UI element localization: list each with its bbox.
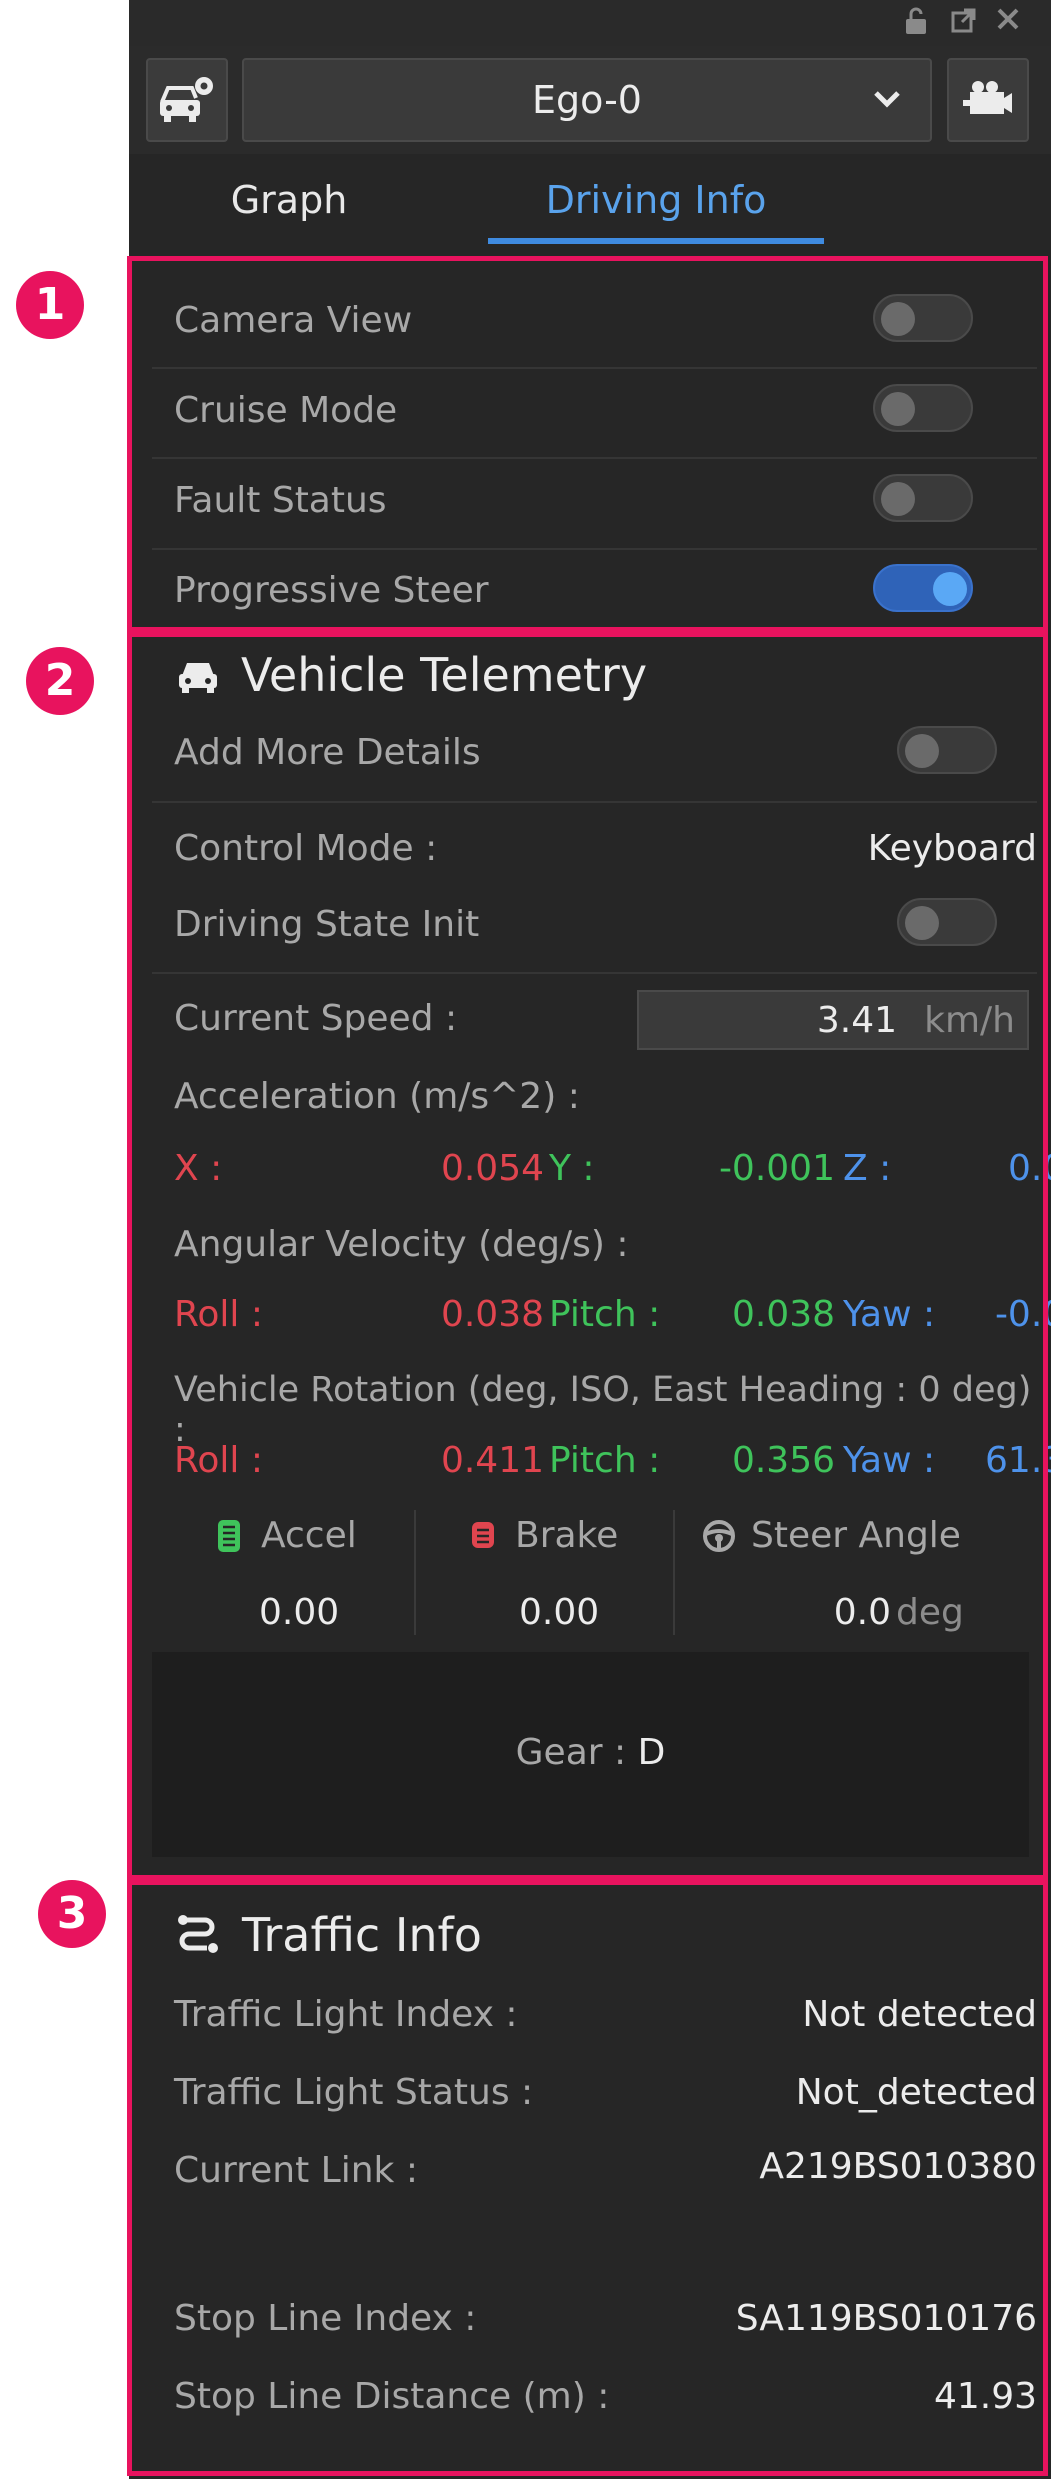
- accel-y-value: -0.001: [718, 1148, 835, 1189]
- progressive-steer-toggle[interactable]: [873, 564, 973, 612]
- accel-x-value: 0.054: [440, 1148, 544, 1189]
- acceleration-label: Acceleration (m/s^2) :: [174, 1076, 580, 1117]
- control-mode-value: Keyboard: [867, 828, 1037, 869]
- traffic-info-title: Traffic Info: [242, 1908, 482, 1962]
- control-mode-label: Control Mode :: [174, 828, 438, 869]
- current-speed-value: 3.41: [816, 1000, 897, 1041]
- active-tab-indicator: [488, 238, 824, 244]
- gear-value: D: [637, 1732, 666, 1773]
- steer-angle-unit: deg: [896, 1592, 964, 1633]
- gear-label: Gear :: [515, 1732, 627, 1773]
- car-settings-icon: [160, 77, 213, 122]
- stop-line-index-label: Stop Line Index :: [174, 2298, 477, 2339]
- fault-status-label: Fault Status: [174, 480, 387, 521]
- title-bar: [129, 0, 1051, 46]
- accel-pedal-icon: [218, 1520, 240, 1552]
- close-icon[interactable]: [991, 6, 1025, 40]
- divider: [152, 801, 1037, 803]
- popout-icon[interactable]: [947, 6, 981, 40]
- steer-angle-label: Steer Angle: [751, 1515, 961, 1556]
- current-link-label: Current Link :: [174, 2150, 418, 2191]
- gear-indicator: Gear : D: [152, 1732, 1029, 1773]
- angvel-roll-label: Roll :: [174, 1294, 263, 1335]
- gear-display: Gear : D: [152, 1652, 1029, 1857]
- tab-driving-info[interactable]: Driving Info: [488, 154, 824, 244]
- driving-state-init-toggle[interactable]: [897, 898, 997, 946]
- divider: [152, 972, 1037, 974]
- traffic-light-status-value: Not_detected: [795, 2072, 1037, 2113]
- rotation-roll-label: Roll :: [174, 1440, 263, 1481]
- current-speed-unit: km/h: [924, 1000, 1015, 1041]
- chevron-down-icon: [874, 91, 900, 108]
- unlock-icon[interactable]: [899, 6, 933, 40]
- stop-line-index-value: SA119BS010176: [735, 2298, 1037, 2339]
- annotation-badge-2: 2: [26, 647, 94, 715]
- brake-pedal-icon: [472, 1522, 494, 1548]
- traffic-light-status-label: Traffic Light Status :: [174, 2072, 534, 2113]
- divider: [152, 548, 1037, 550]
- stop-line-distance-value: 41.93: [933, 2376, 1037, 2417]
- rotation-pitch-value: 0.356: [731, 1440, 835, 1481]
- vehicle-select[interactable]: Ego-0: [242, 58, 932, 142]
- steer-angle-value: 0.0: [833, 1592, 891, 1633]
- brake-label: Brake: [515, 1515, 619, 1556]
- angular-velocity-label: Angular Velocity (deg/s) :: [174, 1224, 629, 1265]
- fault-status-toggle[interactable]: [873, 474, 973, 522]
- driving-state-init-label: Driving State Init: [174, 904, 480, 945]
- rotation-yaw-value: 61.367: [985, 1440, 1051, 1481]
- divider: [673, 1510, 675, 1635]
- traffic-light-index-label: Traffic Light Index :: [174, 1994, 518, 2035]
- add-more-details-label: Add More Details: [174, 732, 481, 773]
- accel-z-value: 0.000: [1007, 1148, 1051, 1189]
- camera-view-toggle[interactable]: [873, 294, 973, 342]
- accel-label: Accel: [261, 1515, 357, 1556]
- camera-view-label: Camera View: [174, 300, 413, 341]
- accel-z-label: Z :: [843, 1148, 892, 1189]
- brake-value: 0.00: [519, 1592, 600, 1633]
- current-speed-field[interactable]: 3.41 km/h: [637, 990, 1029, 1050]
- route-icon: [178, 1915, 218, 1953]
- current-link-value: A219BS010380: [759, 2146, 1037, 2187]
- camera-button[interactable]: [947, 58, 1029, 142]
- steering-wheel-icon: [703, 1520, 735, 1552]
- video-camera-icon: [963, 81, 1012, 114]
- annotation-badge-1: 1: [16, 271, 84, 339]
- divider: [414, 1510, 416, 1635]
- tab-graph[interactable]: Graph: [189, 154, 389, 244]
- vehicle-rotation-label: Vehicle Rotation (deg, ISO, East Heading…: [174, 1370, 1032, 1450]
- divider: [152, 457, 1037, 459]
- accel-value: 0.00: [259, 1592, 340, 1633]
- traffic-light-index-value: Not detected: [802, 1994, 1037, 2035]
- vehicle-header: Ego-0: [129, 46, 1051, 154]
- tab-bar: Graph Driving Info: [129, 154, 1051, 244]
- rotation-roll-value: 0.411: [440, 1440, 544, 1481]
- accel-y-label: Y :: [549, 1148, 595, 1189]
- progressive-steer-label: Progressive Steer: [174, 570, 489, 611]
- vehicle-settings-button[interactable]: [146, 58, 228, 142]
- vehicle-telemetry-title: Vehicle Telemetry: [241, 648, 648, 702]
- driving-info-panel: Ego-0 Graph Driving Info Camera View Cru…: [129, 0, 1051, 2479]
- cruise-mode-label: Cruise Mode: [174, 390, 398, 431]
- add-more-details-toggle[interactable]: [897, 726, 997, 774]
- angvel-roll-value: 0.038: [440, 1294, 544, 1335]
- divider: [152, 367, 1037, 369]
- car-icon: [179, 663, 217, 693]
- cruise-mode-toggle[interactable]: [873, 384, 973, 432]
- stop-line-distance-label: Stop Line Distance (m) :: [174, 2376, 610, 2417]
- angvel-yaw-value: -0.022: [994, 1294, 1051, 1335]
- annotation-badge-3: 3: [38, 1880, 106, 1948]
- vehicle-select-value: Ego-0: [532, 78, 642, 122]
- current-speed-label: Current Speed :: [174, 998, 458, 1039]
- accel-x-label: X :: [174, 1148, 223, 1189]
- angvel-pitch-value: 0.038: [731, 1294, 835, 1335]
